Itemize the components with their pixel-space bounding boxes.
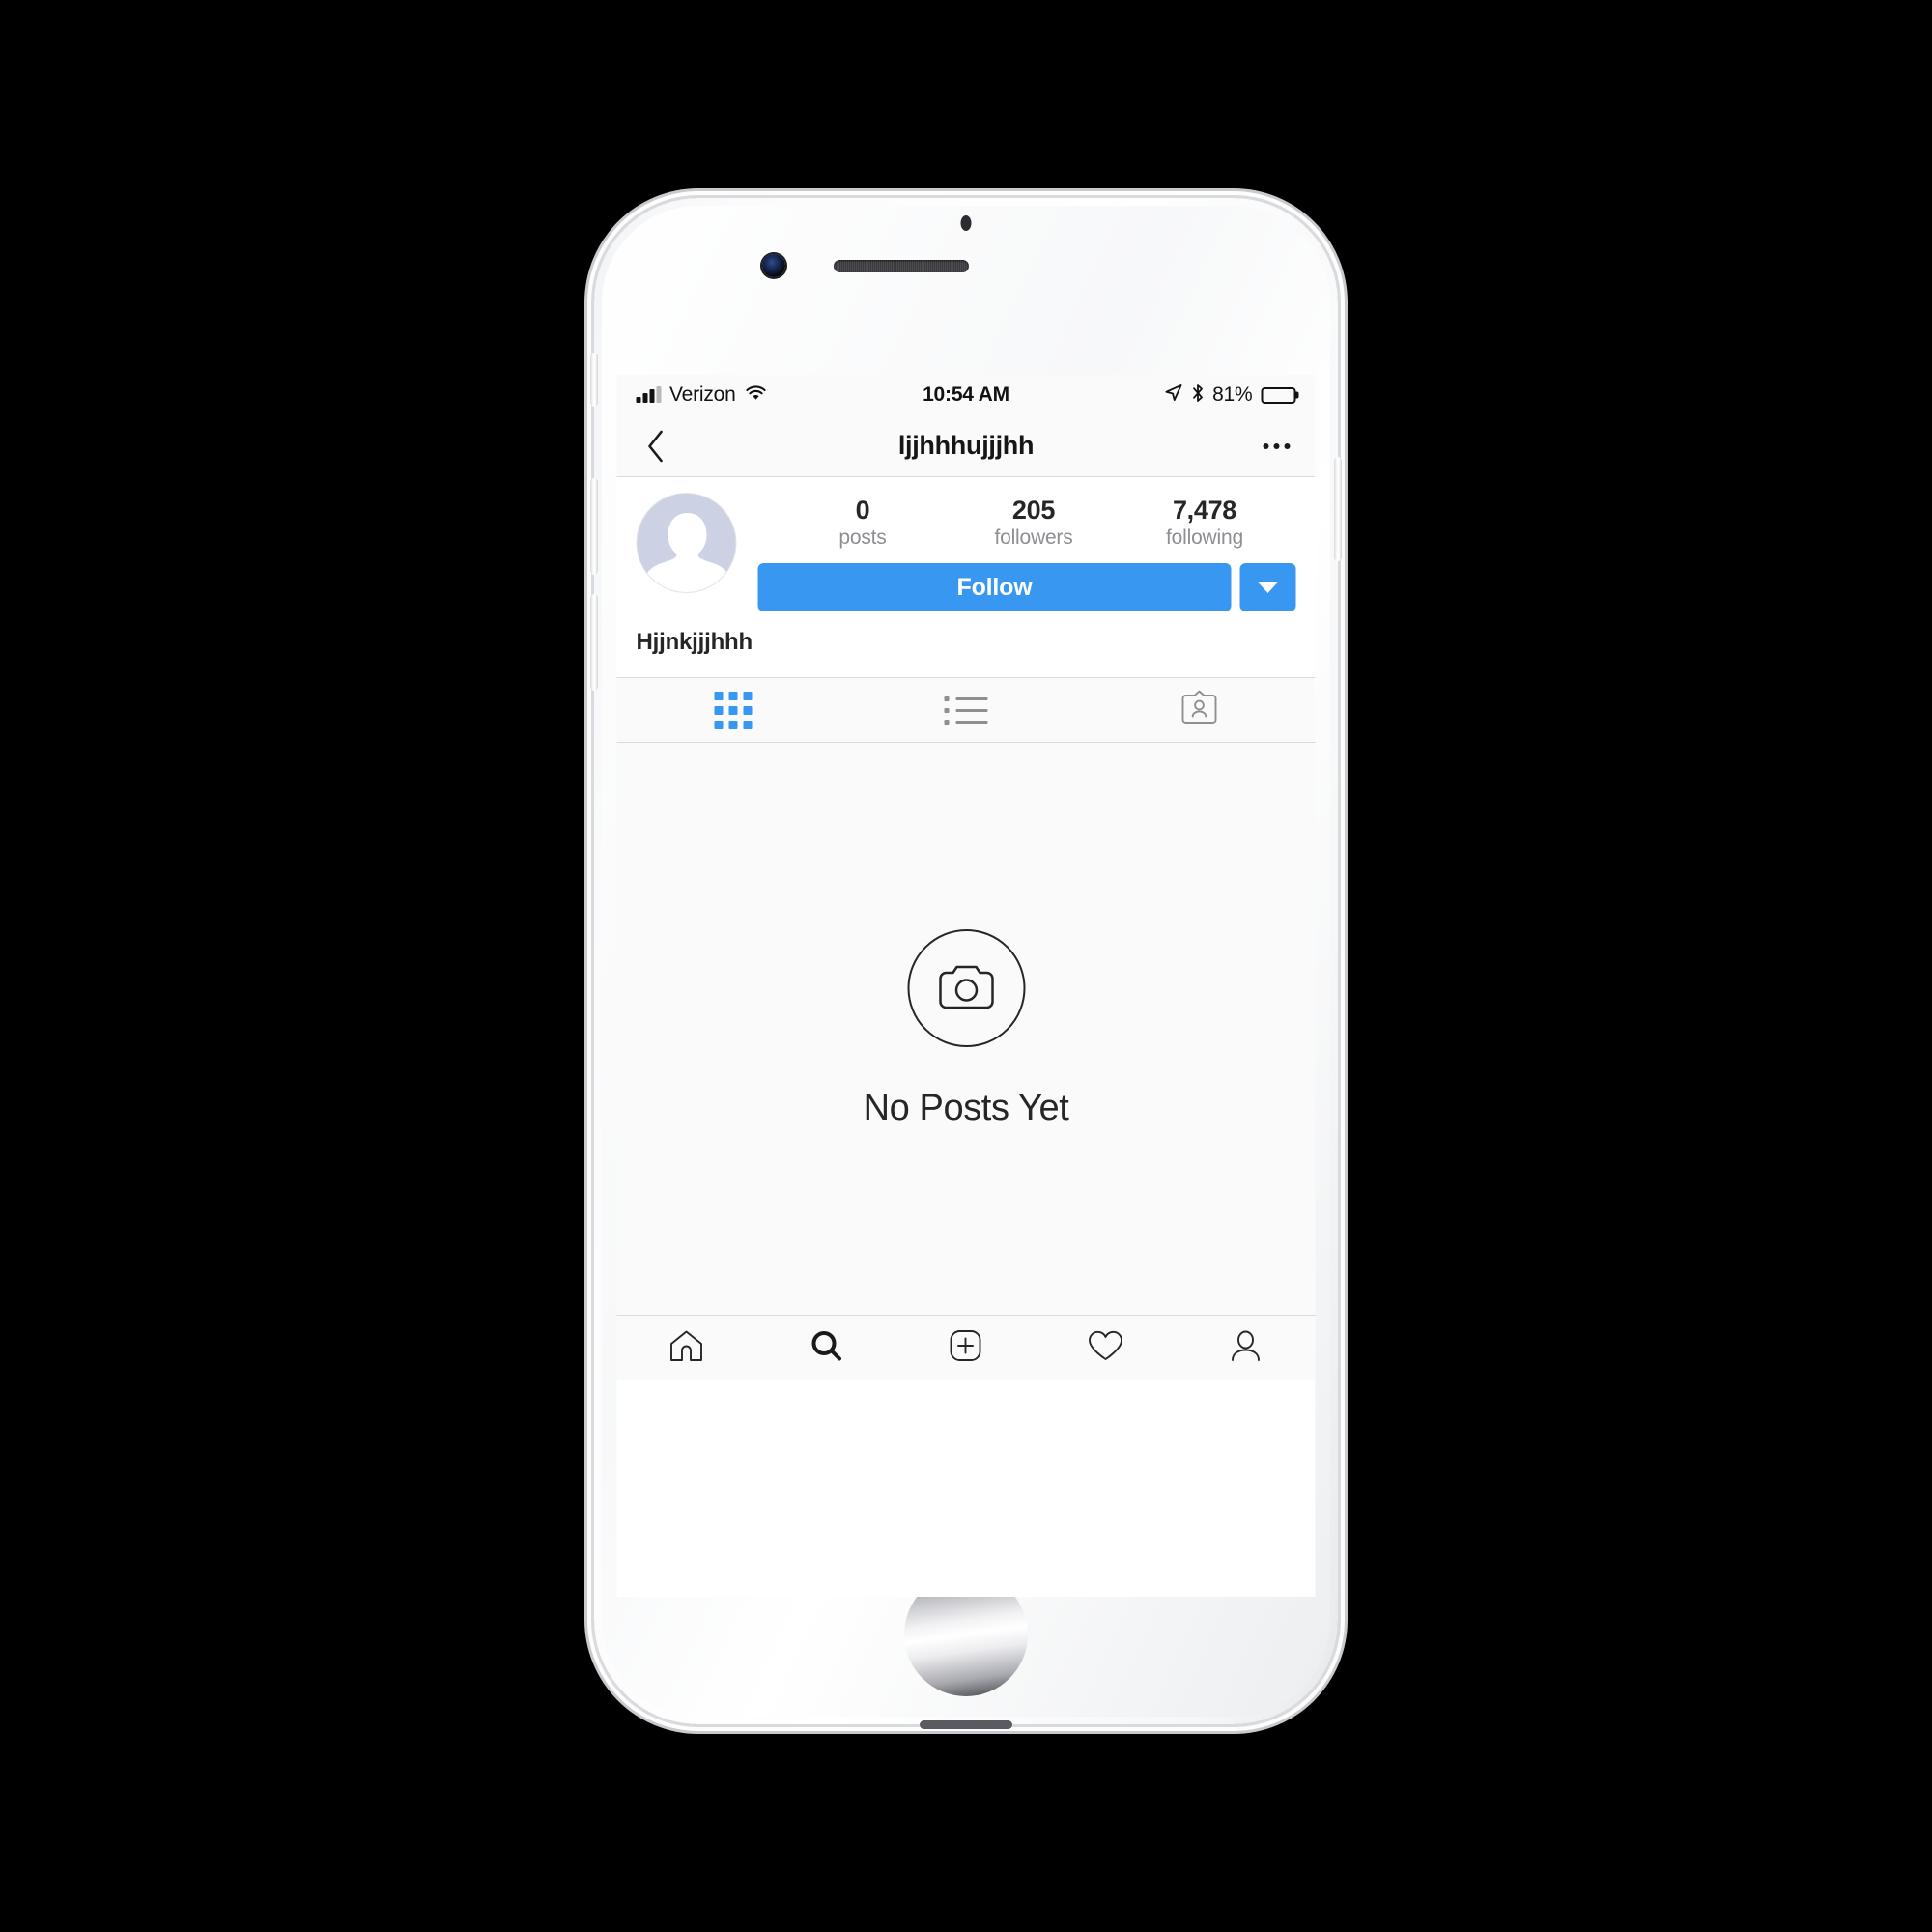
camera-in-circle-icon	[907, 928, 1025, 1047]
volume-down-button[interactable]	[590, 594, 598, 691]
status-bar-right: 81%	[1164, 384, 1296, 408]
more-options-button[interactable]	[1256, 425, 1298, 468]
tab-grid[interactable]	[617, 678, 850, 742]
profile-tab-strip	[616, 677, 1316, 744]
home-icon	[669, 1329, 704, 1367]
volume-up-button[interactable]	[590, 478, 598, 575]
follow-dropdown-button[interactable]	[1239, 563, 1296, 612]
avatar[interactable]	[636, 493, 737, 593]
stat-followers-label: followers	[994, 526, 1073, 550]
profile-header: 0 posts 205 followers 7,478 following Fo…	[616, 477, 1316, 678]
heart-icon	[1088, 1329, 1124, 1367]
stat-posts[interactable]: 0 posts	[778, 496, 949, 550]
stat-following[interactable]: 7,478 following	[1120, 496, 1291, 550]
profile-stats-and-actions: 0 posts 205 followers 7,478 following Fo…	[757, 493, 1296, 612]
plus-square-icon	[950, 1329, 982, 1367]
stat-posts-label: posts	[838, 526, 887, 550]
stat-following-value: 7,478	[1172, 496, 1237, 525]
nav-home-button[interactable]	[617, 1329, 757, 1367]
bluetooth-icon	[1191, 384, 1204, 408]
earpiece-speaker	[834, 260, 969, 272]
caret-down-icon	[1258, 582, 1278, 593]
tab-tagged[interactable]	[1083, 678, 1316, 742]
posts-content-area: No Posts Yet	[616, 743, 1316, 1316]
power-button[interactable]	[1334, 457, 1342, 561]
grid-icon	[714, 691, 753, 729]
page-title: ljjhhhujjjhh	[897, 431, 1035, 460]
mute-switch[interactable]	[590, 353, 598, 407]
nav-search-button[interactable]	[756, 1329, 896, 1367]
location-arrow-icon	[1164, 384, 1182, 407]
stat-followers[interactable]: 205 followers	[949, 496, 1120, 550]
nav-add-button[interactable]	[896, 1329, 1037, 1367]
proximity-sensor-icon	[960, 215, 972, 231]
bottom-navigation-bar	[616, 1315, 1316, 1381]
phone-device-frame: Verizon 10:54 AM 81% ljjhhhujjjhh 0 post…	[590, 198, 1342, 1729]
default-avatar-icon	[637, 494, 736, 592]
nav-activity-button[interactable]	[1036, 1329, 1176, 1367]
battery-percent-label: 81%	[1212, 384, 1253, 406]
more-horizontal-icon	[1263, 442, 1291, 449]
profile-stats: 0 posts 205 followers 7,478 following	[758, 496, 1296, 550]
tagged-id-card-icon	[1179, 690, 1218, 730]
phone-screen: Verizon 10:54 AM 81% ljjhhhujjjhh 0 post…	[616, 375, 1316, 1597]
navigation-bar: ljjhhhujjjhh	[616, 415, 1316, 477]
follow-button[interactable]: Follow	[757, 563, 1232, 612]
profile-header-top: 0 posts 205 followers 7,478 following Fo…	[636, 493, 1296, 612]
status-bar: Verizon 10:54 AM 81%	[616, 375, 1316, 415]
profile-action-row: Follow	[757, 563, 1296, 612]
screenshot-root: Verizon 10:54 AM 81% ljjhhhujjjhh 0 post…	[0, 0, 1932, 1932]
stat-following-label: following	[1166, 526, 1243, 550]
profile-full-name: Hjjnkjjjhhh	[636, 629, 753, 656]
search-icon	[810, 1329, 842, 1367]
empty-state-title: No Posts Yet	[863, 1087, 1069, 1128]
list-icon	[944, 696, 988, 724]
person-icon	[1229, 1329, 1262, 1367]
stat-followers-value: 205	[1011, 496, 1056, 525]
front-camera-icon	[762, 254, 785, 277]
stat-posts-value: 0	[855, 496, 870, 525]
tab-list[interactable]	[850, 678, 1083, 742]
battery-icon	[1261, 386, 1296, 404]
lightning-port	[920, 1720, 1012, 1729]
back-button[interactable]	[635, 425, 677, 468]
nav-profile-button[interactable]	[1176, 1329, 1316, 1367]
